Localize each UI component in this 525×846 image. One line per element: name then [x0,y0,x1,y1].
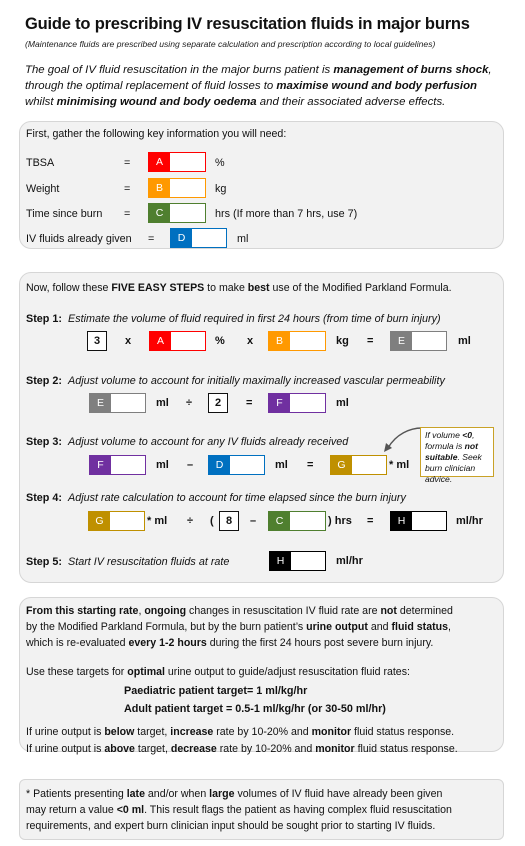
tag-e: E [391,332,412,350]
weight-unit: kg [215,183,227,195]
footnote-text: * Patients presenting late and/or when l… [26,788,452,832]
step-2-f-box[interactable]: F [268,393,326,413]
iv-fluids-unit: ml [237,233,249,245]
iv-fluids-equals: = [148,233,155,245]
step-4-ml: * ml [147,515,168,527]
step-4-c-box[interactable]: C [268,511,326,531]
step-5-ml-hr: ml/hr [336,555,363,567]
step-2-e-box[interactable]: E [89,393,146,413]
above-target-guidance: If urine output is above target, decreas… [26,743,458,755]
gather-heading: First, gather the following key informat… [26,128,287,140]
callout-arrow-icon [384,427,423,452]
step-5-heading: Step 5: Start IV resuscitation fluids at … [26,556,230,568]
step-1-multiply-2: x [247,335,254,347]
step-3-g-box[interactable]: G [330,455,387,475]
step-4-heading: Step 4: Adjust rate calculation to accoun… [26,492,406,504]
step-5-h-box[interactable]: H [269,551,326,571]
targets-intro: Use these targets for optimal urine outp… [26,666,410,678]
negative-volume-callout: If volume <0, formula is not suitable. S… [420,427,494,484]
time-since-burn-input[interactable]: C [148,203,206,223]
step-4-h-box[interactable]: H [390,511,447,531]
tag-f: F [90,456,111,474]
step-1-ml: ml [458,335,471,347]
step-1-heading: Step 1: Estimate the volume of fluid requ… [26,313,441,325]
step-1-constant: 3 [87,331,107,351]
tag-d: D [171,229,192,247]
step-2-divide: ÷ [186,397,193,409]
step-1-a-box[interactable]: A [149,331,206,351]
intro-paragraph: The goal of IV fluid resuscitation in th… [25,64,492,108]
step-4-equals: = [367,515,374,527]
step-2-constant: 2 [208,393,228,413]
step-1-e-box[interactable]: E [390,331,447,351]
tbsa-value[interactable] [170,153,205,171]
tag-h: H [391,512,412,530]
step-1-b-box[interactable]: B [268,331,326,351]
steps-intro: Now, follow these FIVE EASY STEPS to mak… [26,282,452,294]
paediatric-target: Paediatric patient target= 1 ml/kg/hr [124,685,308,697]
iv-fluids-given-label: IV fluids already given [26,233,132,245]
tag-c: C [269,512,290,530]
step-3-ml-d: ml [275,459,288,471]
step-3-minus: – [187,459,194,471]
tag-e: E [90,394,111,412]
step-1-percent: % [215,335,225,347]
tbsa-label: TBSA [26,157,55,169]
step-1-multiply-1: x [125,335,132,347]
tag-d: D [209,456,230,474]
step-2-ml: ml [156,397,169,409]
ongoing-paragraph: From this starting rate, ongoing changes… [26,605,453,649]
tag-f: F [269,394,290,412]
step-3-ml-g: * ml [389,459,410,471]
step-4-divide: ÷ [187,515,194,527]
tag-g: G [89,512,110,530]
step-4-open-paren: ( [210,515,214,527]
step-1-kg: kg [336,335,349,347]
weight-input[interactable]: B [148,178,206,198]
tbsa-input[interactable]: A [148,152,206,172]
below-target-guidance: If urine output is below target, increas… [26,726,455,738]
time-value[interactable] [170,204,205,222]
gather-info-panel [19,121,504,249]
weight-label: Weight [26,183,60,195]
page-subtitle: (Maintenance fluids are prescribed using… [25,39,436,49]
step-4-hrs: ) hrs [328,515,352,527]
step-2-ml-result: ml [336,397,349,409]
step-1-equals: = [367,335,374,347]
page-title: Guide to prescribing IV resuscitation fl… [25,15,470,33]
time-since-burn-label: Time since burn [26,208,103,220]
tag-a: A [149,153,170,171]
step-2-equals: = [246,397,253,409]
tag-c: C [149,204,170,222]
adult-target: Adult patient target = 0.5-1 ml/kg/hr (o… [124,703,386,715]
iv-fluids-value[interactable] [192,229,226,247]
time-unit: hrs (If more than 7 hrs, use 7) [215,208,358,220]
tag-b: B [269,332,290,350]
iv-fluids-given-input[interactable]: D [170,228,227,248]
step-3-f-box[interactable]: F [89,455,146,475]
time-equals: = [124,208,131,220]
step-4-minus: – [250,515,257,527]
step-4-g-box[interactable]: G [88,511,145,531]
step-3-ml-f: ml [156,459,169,471]
weight-equals: = [124,183,131,195]
tag-a: A [150,332,171,350]
tbsa-equals: = [124,157,131,169]
step-3-d-box[interactable]: D [208,455,265,475]
step-2-heading: Step 2: Adjust volume to account for init… [26,375,445,387]
tag-h: H [270,552,291,570]
step-3-heading: Step 3: Adjust volume to account for any … [26,436,349,448]
tag-g: G [331,456,352,474]
step-3-equals: = [307,459,314,471]
weight-value[interactable] [170,179,205,197]
step-4-ml-hr: ml/hr [456,515,483,527]
tag-b: B [149,179,170,197]
step-4-constant: 8 [219,511,239,531]
tbsa-unit: % [215,157,225,169]
